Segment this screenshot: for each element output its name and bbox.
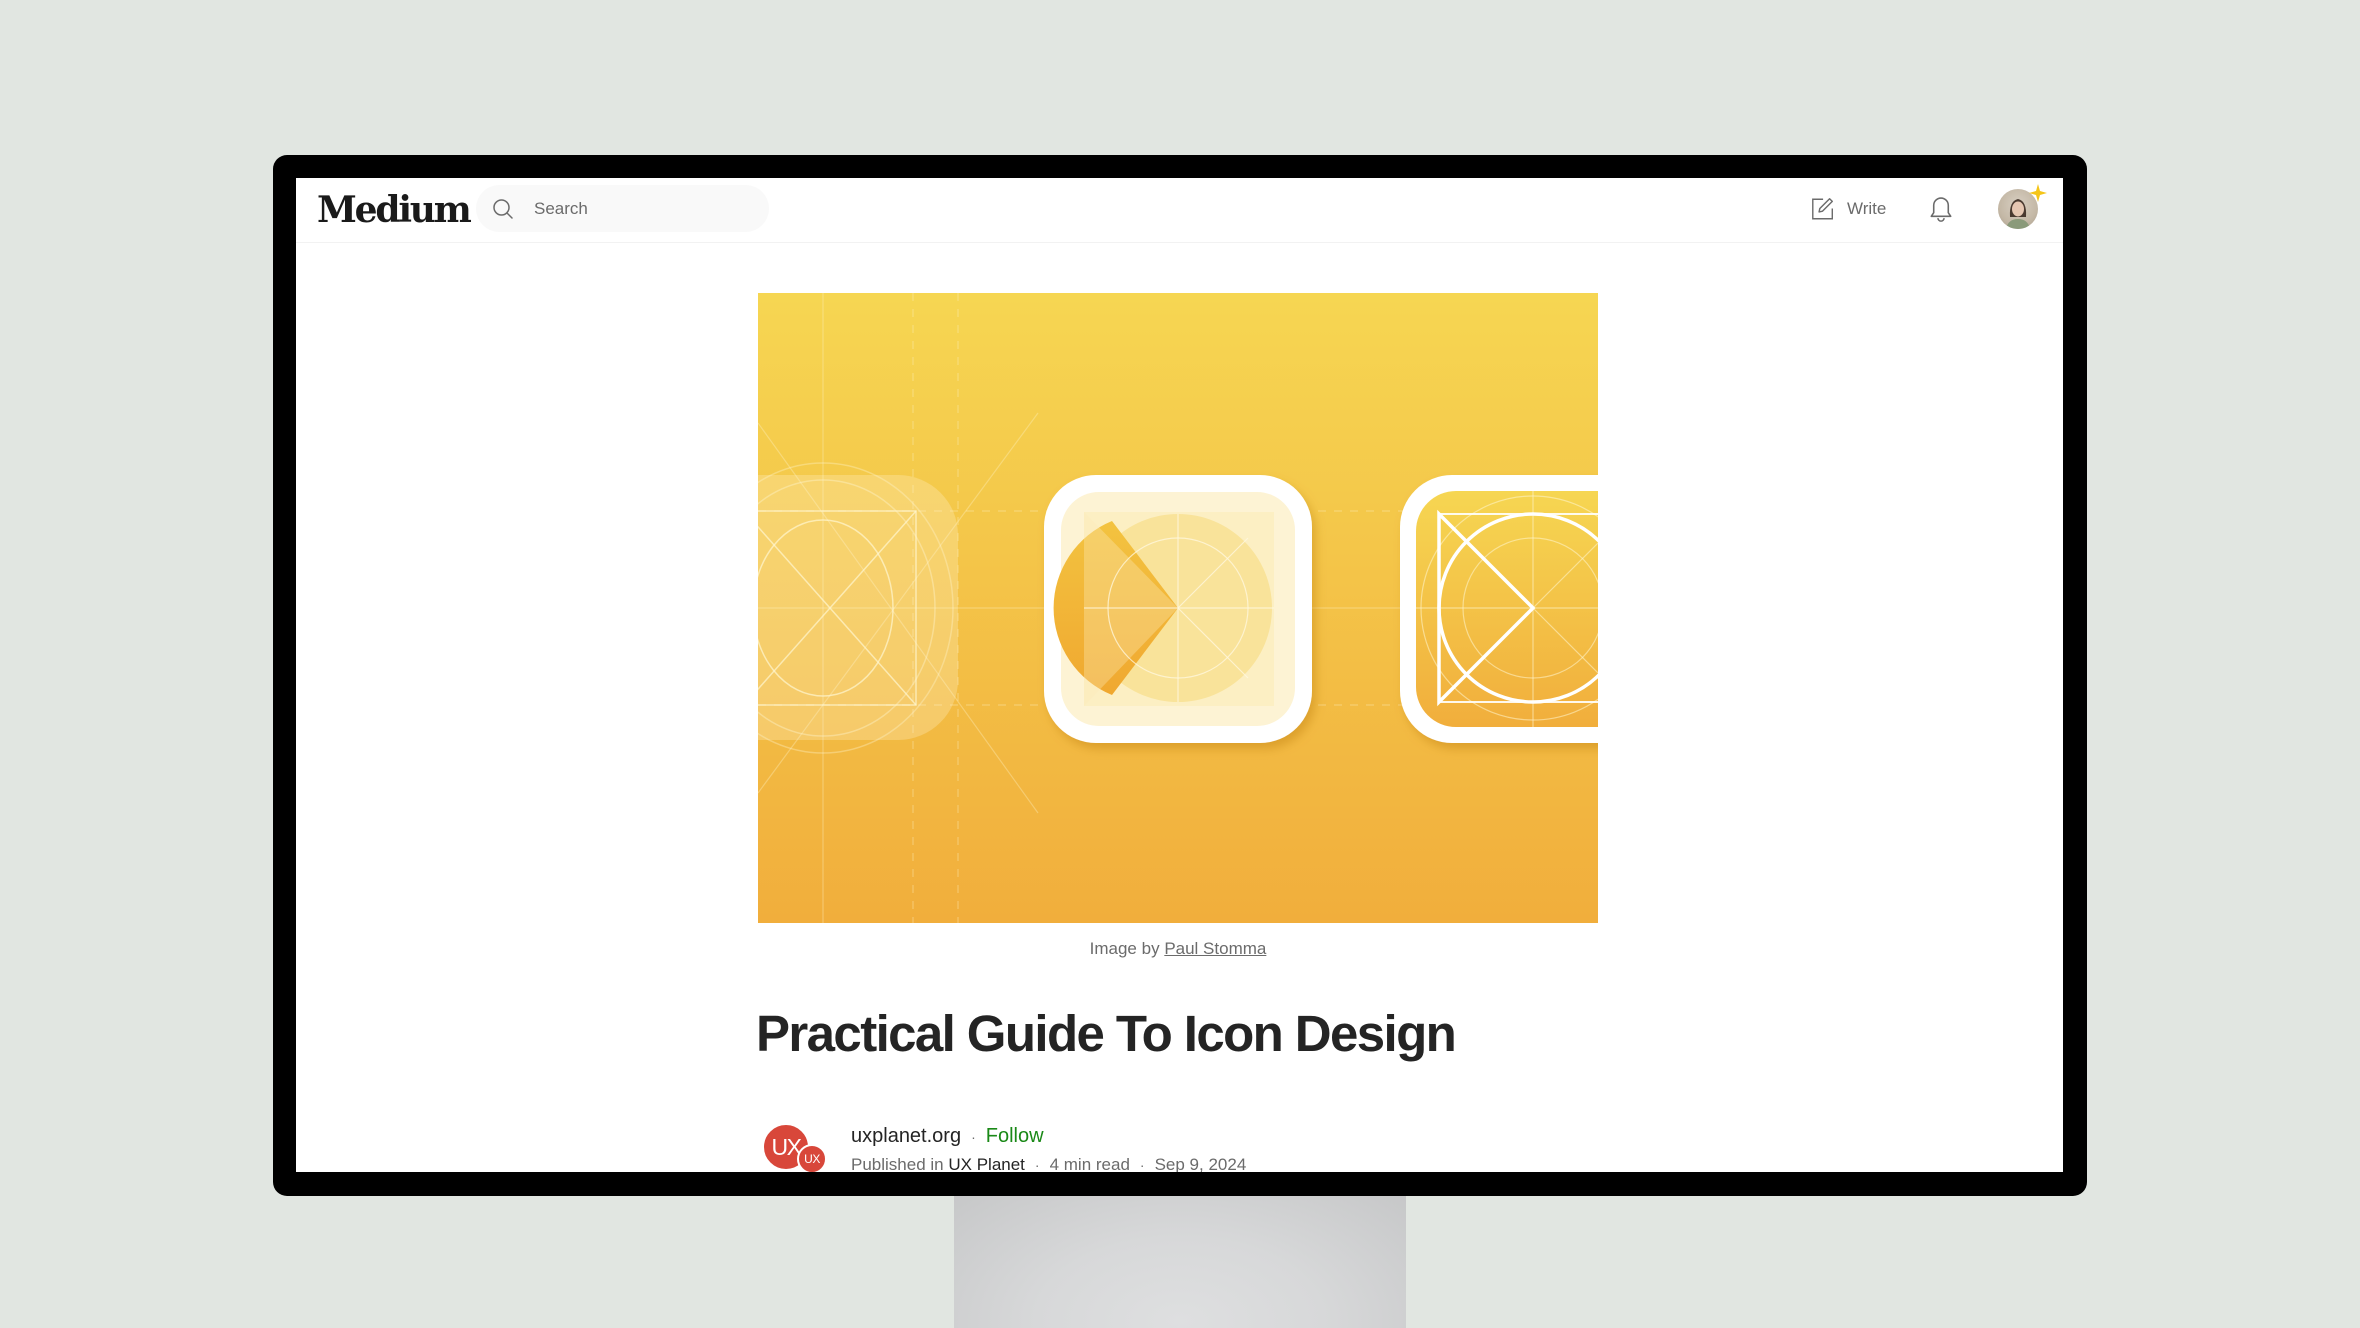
sparkle-star-icon (2029, 184, 2047, 202)
right-outline-icon-artwork (1416, 491, 1598, 727)
bell-icon[interactable] (1926, 192, 1956, 226)
photographer-link[interactable]: Paul Stomma (1164, 939, 1266, 958)
article-meta: Published in UX Planet · 4 min read · Se… (851, 1155, 1246, 1172)
read-time: 4 min read (1049, 1155, 1130, 1172)
search-box[interactable] (476, 185, 769, 232)
left-faded-icon (758, 462, 958, 754)
icon-design-illustration (758, 293, 1598, 923)
publish-date: Sep 9, 2024 (1154, 1155, 1247, 1172)
hero-image (758, 293, 1598, 923)
article-title: Practical Guide To Icon Design (756, 1005, 1457, 1062)
separator-dot: · (1034, 1157, 1040, 1172)
write-label: Write (1847, 199, 1887, 218)
search-icon (493, 199, 513, 219)
monitor-stand (954, 1190, 1406, 1328)
separator-dot: · (971, 1128, 976, 1145)
follow-button[interactable]: Follow (986, 1125, 1044, 1148)
author-line: uxplanet.org · Follow (851, 1125, 1044, 1148)
center-icon-artwork (1053, 492, 1295, 726)
search-input[interactable] (534, 185, 754, 232)
author-name[interactable]: uxplanet.org (851, 1125, 961, 1148)
separator-dot: · (1139, 1157, 1145, 1172)
image-caption: Image by Paul Stomma (758, 939, 1598, 959)
publication-badge[interactable]: UX (797, 1144, 827, 1172)
top-nav-bar: Medium Write (296, 178, 2063, 243)
publication-link[interactable]: UX Planet (948, 1155, 1025, 1172)
published-prefix: Published in (851, 1155, 944, 1172)
browser-viewport: Medium Write (296, 178, 2063, 1172)
caption-prefix: Image by (1089, 939, 1160, 958)
pencil-square-icon (1812, 198, 1833, 220)
monitor-bezel: Medium Write (273, 155, 2087, 1196)
write-button[interactable]: Write (1809, 192, 1886, 226)
medium-logo[interactable]: Medium (317, 186, 472, 234)
